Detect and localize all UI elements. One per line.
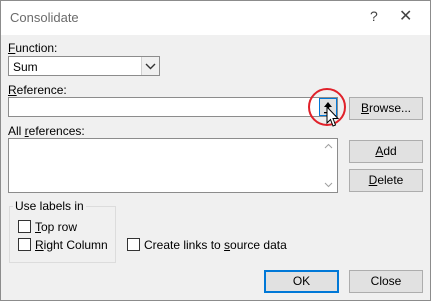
all-references-label: All references: [8, 124, 85, 138]
dialog-title: Consolidate [10, 10, 79, 25]
title-bar: Consolidate ? ✕ [1, 1, 430, 35]
close-window-button[interactable]: ✕ [399, 6, 412, 26]
function-label: Function: [8, 41, 58, 55]
close-button[interactable]: Close [349, 270, 423, 293]
top-row-checkbox[interactable] [18, 220, 31, 233]
consolidate-dialog: Consolidate ? ✕ Function: Sum Reference:… [0, 0, 431, 301]
browse-button[interactable]: Browse... [349, 97, 423, 120]
reference-input[interactable] [8, 97, 338, 117]
list-scrollbar[interactable] [321, 140, 336, 191]
top-row-label[interactable]: Top row [35, 220, 77, 234]
chevron-down-icon[interactable] [141, 57, 159, 75]
use-labels-legend: Use labels in [13, 199, 86, 213]
create-links-label[interactable]: Create links to source data [144, 238, 287, 252]
help-button[interactable]: ? [370, 8, 378, 24]
add-button[interactable]: Add [349, 140, 423, 163]
create-links-checkbox[interactable] [127, 238, 140, 251]
use-labels-group [9, 206, 116, 263]
delete-button[interactable]: Delete [349, 169, 423, 192]
function-select[interactable]: Sum [8, 56, 160, 76]
mouse-cursor-icon [326, 106, 340, 127]
left-column-label[interactable]: Right Column [35, 238, 108, 252]
ok-button[interactable]: OK [264, 270, 339, 293]
all-references-list[interactable] [8, 138, 338, 193]
left-column-checkbox[interactable] [18, 238, 31, 251]
function-select-value: Sum [13, 60, 38, 74]
reference-label: Reference: [8, 83, 67, 97]
